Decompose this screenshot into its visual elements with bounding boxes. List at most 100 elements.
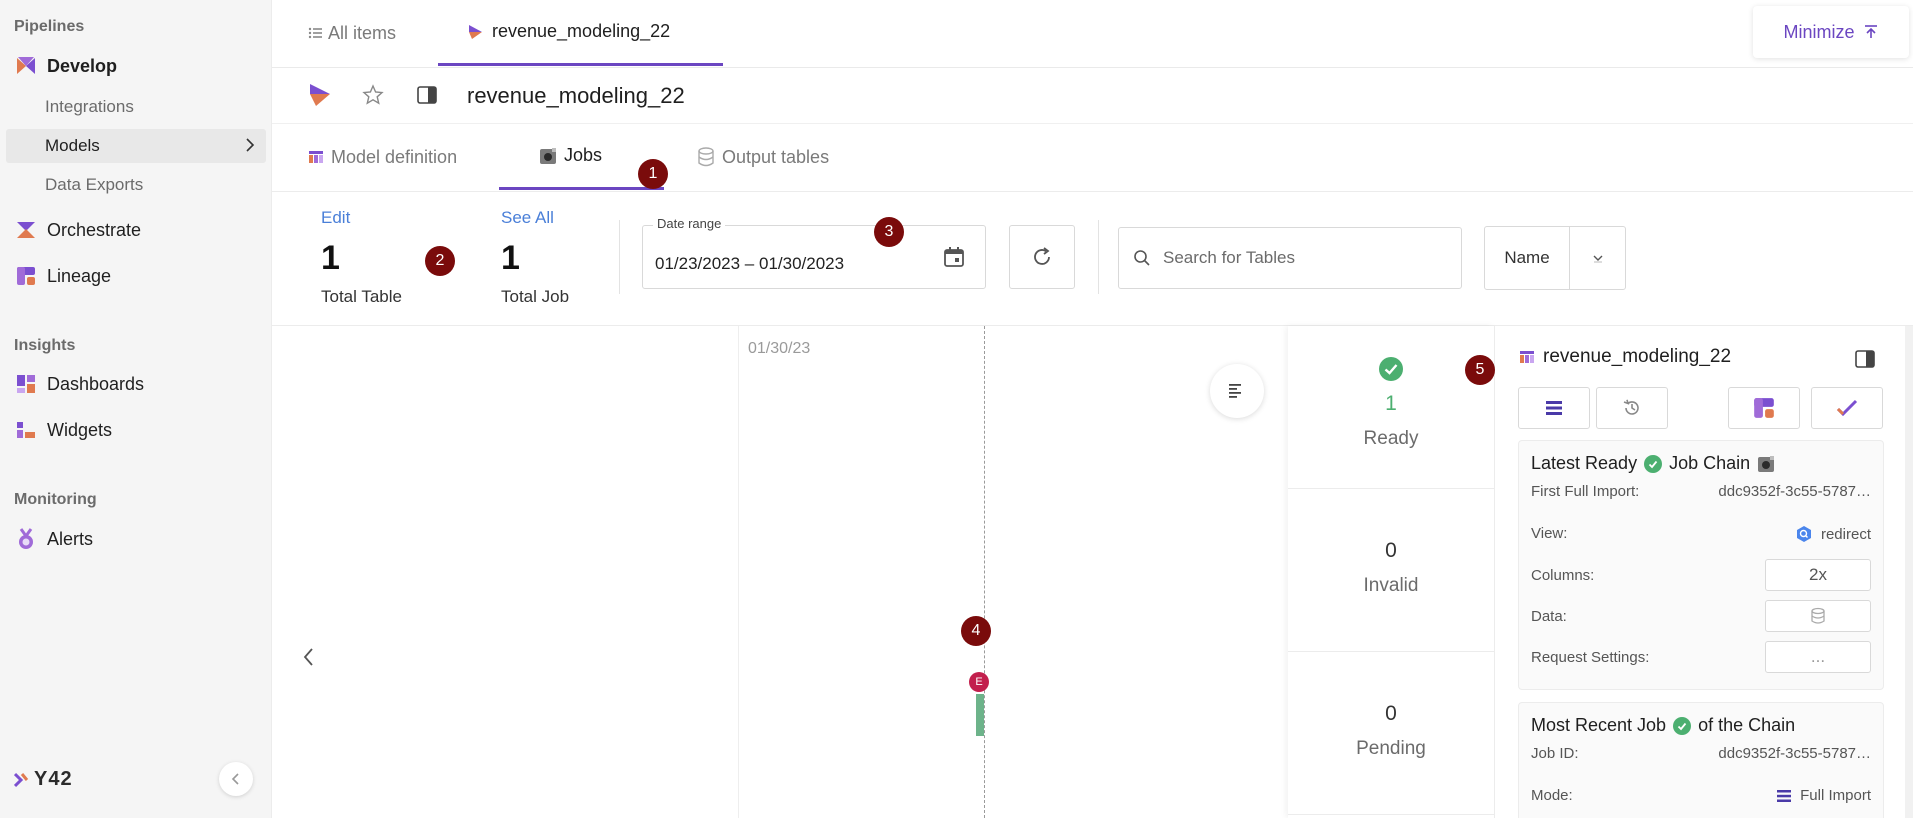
- status-pending[interactable]: 0 Pending: [1288, 652, 1494, 815]
- sort-toggle[interactable]: [1570, 227, 1625, 289]
- divider: [1098, 220, 1099, 294]
- search-field[interactable]: [1118, 227, 1462, 289]
- y42-logo-icon: [14, 772, 29, 787]
- sort-select[interactable]: Name: [1484, 226, 1626, 290]
- first-full-import-value[interactable]: ddc9352f-3c55-5787…: [1718, 483, 1871, 500]
- tab-revenue-modeling[interactable]: revenue_modeling_22: [438, 0, 723, 66]
- timeline: 01/30/23 4 E: [272, 326, 1288, 818]
- list-icon: [1546, 401, 1562, 415]
- sidebar-item-lineage[interactable]: Lineage: [14, 258, 111, 294]
- widgets-icon: [14, 418, 38, 442]
- lineage-button[interactable]: [1728, 387, 1800, 429]
- search-input[interactable]: [1163, 248, 1443, 268]
- status-ready[interactable]: 1 Ready: [1288, 326, 1494, 489]
- sidebar-item-widgets-label: Widgets: [47, 419, 113, 440]
- model-logo-icon: [308, 82, 334, 113]
- date-range-field[interactable]: Date range 01/23/2023 – 01/30/2023: [642, 216, 986, 289]
- status-ready-label: Ready: [1363, 428, 1419, 449]
- chevron-down-icon: [1593, 255, 1602, 263]
- first-full-import-label: First Full Import:: [1531, 483, 1640, 500]
- status-pending-count: 0: [1385, 702, 1397, 725]
- list-icon: [308, 27, 322, 39]
- job-id-value[interactable]: ddc9352f-3c55-5787…: [1718, 745, 1871, 762]
- collapse-sidebar-button[interactable]: [219, 762, 253, 796]
- tab-output-tables[interactable]: Output tables: [697, 124, 829, 190]
- sidebar-item-models[interactable]: Models: [6, 129, 266, 163]
- lineage-icon: [14, 264, 38, 288]
- job-id-label: Job ID:: [1531, 745, 1579, 762]
- sidebar-item-widgets[interactable]: Widgets: [14, 412, 112, 448]
- date-range-legend: Date range: [653, 216, 726, 231]
- side-panel-icon[interactable]: [417, 86, 437, 109]
- sidebar-item-alerts[interactable]: Alerts: [14, 521, 93, 557]
- panel-scrollbar[interactable]: [1905, 326, 1913, 818]
- alerts-icon: [14, 527, 38, 551]
- title-row: revenue_modeling_22: [272, 68, 1913, 124]
- sub-tabs: Model definition Jobs Output tables: [272, 124, 1913, 192]
- data-label: Data:: [1531, 608, 1567, 625]
- columns-button[interactable]: 2x: [1765, 559, 1871, 591]
- minimize-button[interactable]: Minimize: [1753, 6, 1909, 58]
- edit-link[interactable]: Edit: [321, 208, 350, 228]
- page-title: revenue_modeling_22: [467, 82, 685, 108]
- table-icon: [1520, 351, 1534, 363]
- see-all-link[interactable]: See All: [501, 208, 554, 228]
- sidebar-item-models-label: Models: [45, 136, 100, 155]
- view-redirect-link[interactable]: redirect: [1795, 525, 1871, 543]
- tab-all-items-label: All items: [328, 22, 397, 43]
- arrow-up-icon: [1864, 25, 1877, 38]
- details-view-button[interactable]: [1518, 387, 1590, 429]
- view-value: redirect: [1820, 525, 1871, 543]
- status-pending-label: Pending: [1356, 738, 1426, 759]
- chevron-left-icon: [231, 773, 239, 785]
- logo-text: Y42: [34, 768, 73, 790]
- sidebar-item-develop[interactable]: Develop: [14, 48, 117, 84]
- star-icon[interactable]: [362, 84, 384, 111]
- timeline-job-bar[interactable]: [976, 694, 984, 736]
- total-job-label: Total Job: [501, 287, 570, 306]
- sidebar-item-data-exports[interactable]: Data Exports: [45, 168, 143, 202]
- develop-icon: [14, 54, 38, 78]
- data-button[interactable]: [1765, 600, 1871, 632]
- most-recent-job-title-a: Most Recent Job: [1531, 715, 1667, 735]
- orchestrate-icon: [14, 218, 38, 242]
- sidebar-item-orchestrate-label: Orchestrate: [47, 219, 142, 240]
- section-pipelines: Pipelines: [14, 18, 85, 35]
- sidebar-item-orchestrate[interactable]: Orchestrate: [14, 212, 141, 248]
- status-column: 1 Ready 0 Invalid 0 Pending: [1288, 326, 1494, 818]
- refresh-button[interactable]: [1009, 225, 1075, 289]
- section-insights: Insights: [14, 337, 76, 354]
- toggle-panel-icon[interactable]: [1855, 350, 1875, 373]
- jobs-icon: [540, 147, 556, 164]
- bigquery-icon: [1796, 526, 1811, 542]
- status-invalid-label: Invalid: [1363, 575, 1419, 596]
- history-button[interactable]: [1596, 387, 1668, 429]
- chevron-right-icon: [242, 137, 258, 158]
- y42-logo: Y42: [14, 768, 73, 791]
- list-icon: [1777, 789, 1792, 802]
- calendar-icon[interactable]: [943, 246, 965, 273]
- validate-button[interactable]: [1811, 387, 1883, 429]
- sidebar-item-integrations[interactable]: Integrations: [45, 90, 134, 124]
- tab-all-items[interactable]: All items: [308, 0, 396, 66]
- timeline-job-marker[interactable]: E: [969, 672, 989, 692]
- sidebar-item-dashboards[interactable]: Dashboards: [14, 366, 144, 402]
- timeline-legend-button[interactable]: [1210, 364, 1264, 418]
- timeline-prev-button[interactable]: [302, 646, 316, 673]
- mode-value: Full Import: [1800, 787, 1871, 804]
- model-icon: [469, 24, 482, 39]
- sidebar-item-develop-label: Develop: [47, 55, 118, 76]
- database-icon: [698, 147, 714, 167]
- sidebar-item-lineage-label: Lineage: [47, 265, 112, 286]
- sidebar-item-alerts-label: Alerts: [47, 528, 94, 549]
- status-ready-count: 1: [1385, 392, 1397, 415]
- latest-ready-card: Latest Ready Job Chain First Full Import…: [1518, 440, 1884, 690]
- columns-label: Columns:: [1531, 567, 1595, 584]
- database-icon: [1811, 607, 1825, 624]
- status-invalid[interactable]: 0 Invalid: [1288, 489, 1494, 652]
- request-settings-button[interactable]: ...: [1765, 641, 1871, 673]
- dashboards-icon: [14, 372, 38, 396]
- panel-title-text: revenue_modeling_22: [1543, 346, 1732, 367]
- checkmark-brush-icon: [1836, 399, 1858, 417]
- tab-model-definition[interactable]: Model definition: [308, 124, 457, 190]
